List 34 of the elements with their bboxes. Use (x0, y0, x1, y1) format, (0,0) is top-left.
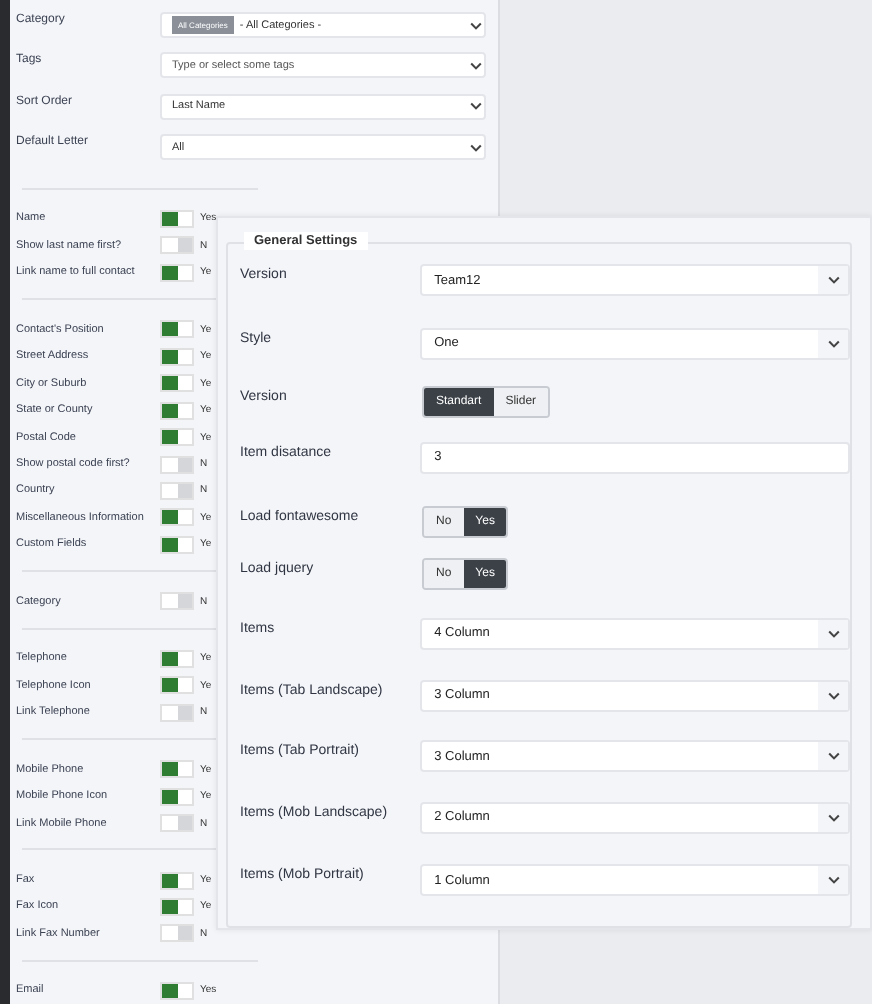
toggle-switch[interactable] (160, 787, 194, 806)
toggle-switch[interactable] (160, 428, 194, 447)
toggle-switch[interactable] (160, 676, 194, 695)
toggle-switch[interactable] (160, 760, 194, 779)
chevron-down-icon (825, 809, 841, 826)
toggle-switch[interactable] (160, 320, 194, 339)
toggle-switch[interactable] (160, 209, 194, 228)
toggle-switch[interactable] (160, 481, 194, 500)
chevron-down-icon (825, 687, 841, 703)
toggle-switch[interactable] (160, 649, 194, 668)
toggle-switch[interactable] (160, 981, 194, 1000)
toggle-switch[interactable] (160, 871, 194, 890)
chevron-down-icon (825, 748, 841, 765)
chevron-down-icon (468, 57, 484, 74)
chevron-down-icon (825, 625, 841, 642)
toggle-switch[interactable] (160, 455, 194, 474)
toggle-switch[interactable] (160, 508, 194, 527)
toggle-switch[interactable] (160, 924, 194, 943)
toggle-switch[interactable] (160, 347, 194, 366)
toggle-switch[interactable] (160, 703, 194, 722)
toggle-switch[interactable] (160, 535, 194, 554)
toggle-switch[interactable] (160, 374, 194, 393)
chevron-down-icon (825, 872, 841, 889)
chevron-down-icon (468, 17, 484, 33)
toggle-switch[interactable] (160, 401, 194, 420)
chevron-down-icon (468, 139, 484, 156)
toggle-switch[interactable] (160, 592, 194, 611)
chevron-down-icon (825, 335, 841, 352)
toggle-switch[interactable] (160, 897, 194, 916)
toggle-switch[interactable] (160, 263, 194, 282)
chevron-down-icon (468, 98, 484, 115)
toggle-switch[interactable] (160, 236, 194, 255)
chevron-down-icon (825, 272, 841, 288)
toggle-switch[interactable] (160, 814, 194, 833)
